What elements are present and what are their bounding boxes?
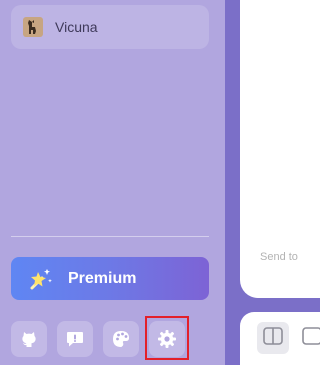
magic-wand-icon: [28, 266, 54, 292]
layout-icon: [302, 326, 320, 350]
settings-highlight-box: [145, 316, 189, 360]
sidebar: Vicuna Premium: [0, 0, 225, 365]
github-icon: [19, 329, 39, 349]
bottom-toolbar: [240, 312, 320, 365]
split-view-button[interactable]: [257, 322, 289, 354]
premium-label: Premium: [68, 269, 137, 287]
chat-panel: Send to: [240, 0, 320, 298]
github-button[interactable]: [11, 321, 47, 357]
palette-icon: [111, 329, 131, 349]
feedback-button[interactable]: [57, 321, 93, 357]
send-hint: Send to: [260, 251, 298, 263]
sidebar-divider: [11, 236, 209, 237]
vicuna-avatar-icon: [23, 17, 43, 37]
premium-button[interactable]: Premium: [11, 257, 209, 300]
layout-button[interactable]: [296, 322, 320, 354]
feedback-icon: [65, 329, 85, 349]
profile-item-vicuna[interactable]: Vicuna: [11, 5, 209, 49]
split-view-icon: [263, 326, 283, 350]
profile-name: Vicuna: [55, 19, 98, 35]
theme-button[interactable]: [103, 321, 139, 357]
